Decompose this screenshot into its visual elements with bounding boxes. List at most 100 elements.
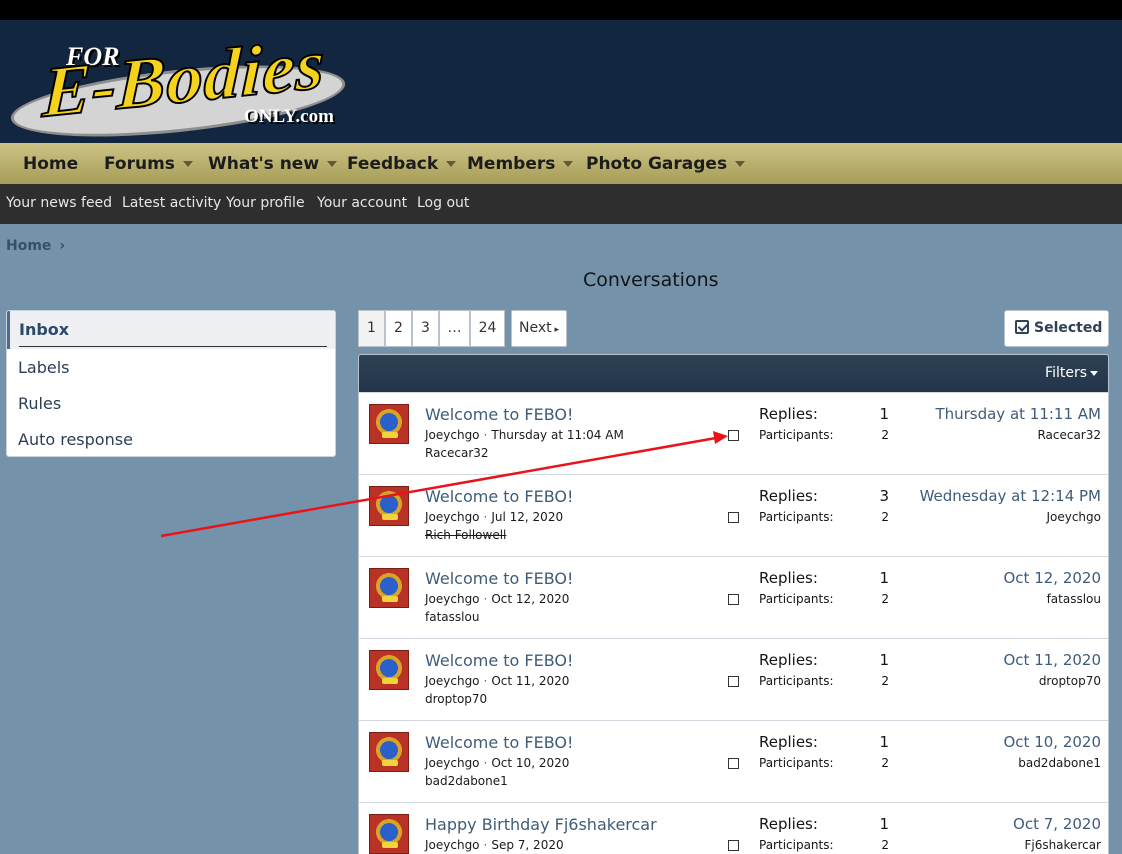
nav-photo-garages[interactable]: Photo Garages — [586, 154, 746, 174]
selected-underline — [19, 346, 327, 347]
author-link[interactable]: Joeychgo — [425, 674, 480, 688]
selected-button[interactable]: Selected — [1004, 310, 1109, 347]
recipient-link[interactable]: fatasslou — [425, 610, 479, 624]
caret-down-icon[interactable] — [563, 161, 574, 167]
last-message-user[interactable]: fatasslou — [1047, 592, 1101, 606]
conversation-title[interactable]: Welcome to FEBO! — [425, 569, 573, 588]
conversation-row[interactable]: Happy Birthday Fj6shakercar Joeychgo · Sep… — [359, 802, 1108, 854]
caret-down-icon[interactable] — [446, 161, 457, 167]
participants-count: 2 — [881, 428, 889, 442]
last-message-date[interactable]: Oct 11, 2020 — [1004, 651, 1102, 669]
site-logo[interactable]: FOR E-Bodies ONLY.com — [7, 23, 349, 150]
last-message-date[interactable]: Oct 7, 2020 — [1013, 815, 1101, 833]
select-checkbox[interactable] — [728, 758, 739, 769]
page-3-button[interactable]: 3 — [412, 310, 439, 347]
avatar[interactable] — [369, 404, 409, 444]
conversation-row[interactable]: Welcome to FEBO! Joeychgo · Oct 11, 2020 d… — [359, 638, 1108, 720]
last-message-date[interactable]: Oct 12, 2020 — [1004, 569, 1102, 587]
last-message-user[interactable]: Joeychgo — [1046, 510, 1101, 524]
participants-count: 2 — [881, 756, 889, 770]
sidebar-item-rules[interactable]: Rules — [18, 394, 61, 413]
last-message-date[interactable]: Oct 10, 2020 — [1004, 733, 1102, 751]
nav-feedback[interactable]: Feedback — [347, 154, 457, 174]
conversation-row[interactable]: Welcome to FEBO! Joeychgo · Thursday at 11… — [359, 392, 1108, 474]
caret-right-icon: ▸ — [551, 325, 559, 335]
avatar[interactable] — [369, 568, 409, 608]
avatar[interactable] — [369, 486, 409, 526]
nav-whats-new[interactable]: What's new — [208, 154, 338, 174]
subnav-log-out[interactable]: Log out — [417, 195, 469, 211]
author-link[interactable]: Joeychgo — [425, 428, 480, 442]
subnav-latest-activity[interactable]: Latest activity — [122, 195, 221, 211]
caret-down-icon — [1090, 370, 1098, 376]
start-date: Thursday at 11:04 AM — [491, 428, 624, 442]
conversation-list: Filters Welcome to FEBO! Joeychgo · Thursd… — [358, 354, 1109, 854]
avatar[interactable] — [369, 732, 409, 772]
next-label: Next — [518, 320, 552, 336]
subnav-your-profile[interactable]: Your profile — [226, 195, 305, 211]
recipient-link[interactable]: Rich Followell — [425, 528, 506, 542]
avatar[interactable] — [369, 814, 409, 854]
nav-home[interactable]: Home — [23, 154, 78, 174]
subnav-news-feed[interactable]: Your news feed — [6, 195, 112, 211]
last-message-user[interactable]: droptop70 — [1039, 674, 1101, 688]
replies-count: 1 — [879, 733, 889, 751]
replies-label: Replies: — [759, 487, 818, 505]
last-message-user[interactable]: bad2dabone1 — [1018, 756, 1101, 770]
next-page-button[interactable]: Next ▸ — [511, 310, 567, 347]
caret-down-icon[interactable] — [735, 161, 746, 167]
nav-whats-new-label: What's new — [208, 154, 320, 174]
author-link[interactable]: Joeychgo — [425, 592, 480, 606]
author-link[interactable]: Joeychgo — [425, 838, 480, 852]
select-checkbox[interactable] — [728, 512, 739, 523]
replies-label: Replies: — [759, 815, 818, 833]
chevron-right-icon: › — [59, 238, 66, 254]
recipient-link[interactable]: bad2dabone1 — [425, 774, 508, 788]
sidebar-item-auto-response[interactable]: Auto response — [18, 430, 133, 449]
nav-members[interactable]: Members — [467, 154, 574, 174]
caret-down-icon[interactable] — [182, 161, 193, 167]
caret-down-icon[interactable] — [327, 161, 338, 167]
author-link[interactable]: Joeychgo — [425, 510, 480, 524]
breadcrumb: Home › — [6, 238, 65, 254]
conversation-title[interactable]: Welcome to FEBO! — [425, 651, 573, 670]
page-ellipsis-button[interactable]: … — [439, 310, 470, 347]
page-1-button[interactable]: 1 — [358, 310, 385, 347]
participants-label: Participants: — [759, 592, 834, 606]
conversation-row[interactable]: Welcome to FEBO! Joeychgo · Oct 12, 2020 f… — [359, 556, 1108, 638]
recipient-link[interactable]: droptop70 — [425, 692, 487, 706]
conversation-title[interactable]: Happy Birthday Fj6shakercar — [425, 815, 657, 834]
select-checkbox[interactable] — [728, 840, 739, 851]
conversation-title[interactable]: Welcome to FEBO! — [425, 405, 573, 424]
nav-forums[interactable]: Forums — [104, 154, 193, 174]
author-link[interactable]: Joeychgo — [425, 756, 480, 770]
last-message-user[interactable]: Fj6shakercar — [1024, 838, 1101, 852]
conversation-title[interactable]: Welcome to FEBO! — [425, 733, 573, 752]
conversation-title[interactable]: Welcome to FEBO! — [425, 487, 573, 506]
breadcrumb-home[interactable]: Home — [6, 238, 51, 254]
nav-home-label: Home — [23, 154, 79, 174]
participants-count: 2 — [881, 674, 889, 688]
nav-feedback-label: Feedback — [347, 154, 439, 174]
sidebar-item-inbox[interactable]: Inbox — [7, 311, 335, 349]
last-message-user[interactable]: Racecar32 — [1037, 428, 1101, 442]
last-message-date[interactable]: Thursday at 11:11 AM — [935, 405, 1101, 423]
last-message-date[interactable]: Wednesday at 12:14 PM — [920, 487, 1101, 505]
participants-label: Participants: — [759, 510, 834, 524]
select-checkbox[interactable] — [728, 594, 739, 605]
filters-menu[interactable]: Filters — [1045, 365, 1098, 381]
start-date: Oct 11, 2020 — [491, 674, 570, 688]
select-checkbox[interactable] — [728, 430, 739, 441]
conversation-row[interactable]: Welcome to FEBO! Joeychgo · Oct 10, 2020 b… — [359, 720, 1108, 802]
select-checkbox[interactable] — [728, 676, 739, 687]
recipient-link[interactable]: Racecar32 — [425, 446, 489, 460]
conversation-row[interactable]: Welcome to FEBO! Joeychgo · Jul 12, 2020 R… — [359, 474, 1108, 556]
page-24-button[interactable]: 24 — [470, 310, 505, 347]
sidebar-item-labels[interactable]: Labels — [18, 358, 70, 377]
participants-count: 2 — [881, 592, 889, 606]
start-date: Sep 7, 2020 — [491, 838, 564, 852]
avatar[interactable] — [369, 650, 409, 690]
page-2-button[interactable]: 2 — [385, 310, 412, 347]
site-header: FOR E-Bodies ONLY.com — [0, 20, 1122, 150]
subnav-your-account[interactable]: Your account — [317, 195, 407, 211]
